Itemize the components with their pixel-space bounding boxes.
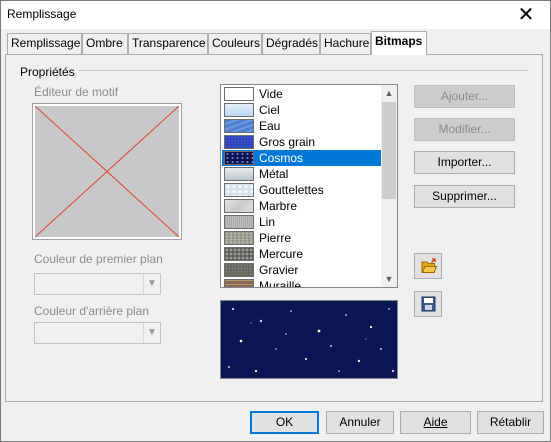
properties-section-label: Propriétés: [20, 65, 75, 79]
bitmap-swatch: [224, 151, 254, 165]
chevron-down-icon[interactable]: ▼: [143, 323, 160, 343]
chevron-down-icon[interactable]: ▼: [381, 271, 397, 287]
list-item[interactable]: Gouttelettes: [222, 182, 382, 198]
cancel-button[interactable]: Annuler: [326, 411, 394, 434]
foreground-color-label: Couleur de premier plan: [34, 252, 163, 266]
bitmap-swatch: [224, 215, 254, 229]
bitmap-swatch: [224, 247, 254, 261]
list-item[interactable]: Vide: [222, 86, 382, 102]
bitmap-swatch: [224, 279, 254, 287]
bitmap-swatch: [224, 263, 254, 277]
open-folder-icon: [421, 258, 438, 273]
list-item[interactable]: Gravier: [222, 262, 382, 278]
background-color-select[interactable]: ▼: [34, 322, 161, 344]
list-item-label: Ciel: [259, 103, 280, 117]
list-item-label: Métal: [259, 167, 289, 181]
list-item-label: Vide: [259, 87, 283, 101]
list-item-label: Muraille: [259, 279, 302, 288]
starfield-image: [228, 308, 394, 373]
chevron-down-icon[interactable]: ▼: [143, 274, 160, 294]
list-item-label: Mercure: [259, 247, 304, 261]
bitmap-swatch: [224, 167, 254, 181]
tab-ombre[interactable]: Ombre: [82, 33, 128, 54]
scrollbar-thumb[interactable]: [382, 102, 396, 199]
add-button[interactable]: Ajouter...: [414, 85, 515, 108]
title-bar: Remplissage ✕: [1, 1, 550, 29]
chevron-up-icon[interactable]: ▲: [381, 85, 397, 101]
pattern-editor-label: Éditeur de motif: [34, 85, 119, 99]
section-divider: [79, 70, 528, 71]
list-item-label: Gros grain: [259, 135, 316, 149]
ok-button[interactable]: OK: [250, 411, 319, 434]
bitmap-swatch: [224, 135, 254, 149]
list-item-label: Pierre: [259, 231, 292, 245]
list-item[interactable]: Eau: [222, 118, 382, 134]
bitmap-swatch: [224, 103, 254, 117]
list-item-label: Cosmos: [259, 151, 304, 165]
help-button-label: Aide: [423, 415, 448, 429]
list-item[interactable]: Lin: [222, 214, 382, 230]
list-item-label: Gravier: [259, 263, 299, 277]
list-item[interactable]: Pierre: [222, 230, 382, 246]
bitmap-preview: [220, 300, 398, 379]
list-item[interactable]: Ciel: [222, 102, 382, 118]
tab-hachure[interactable]: Hachure: [320, 33, 371, 54]
list-item[interactable]: Muraille: [222, 278, 382, 288]
foreground-color-select[interactable]: ▼: [34, 273, 161, 295]
help-button[interactable]: Aide: [400, 411, 471, 434]
modify-button[interactable]: Modifier...: [414, 118, 515, 141]
list-item-label: Marbre: [259, 199, 298, 213]
list-item-label: Gouttelettes: [259, 183, 324, 197]
list-item[interactable]: Gros grain: [222, 134, 382, 150]
pattern-editor: [32, 103, 182, 240]
bitmap-swatch: [224, 183, 254, 197]
bitmap-list[interactable]: Vide Ciel Eau Gros grain Cosmos Métal Go…: [220, 84, 398, 288]
list-item[interactable]: Mercure: [222, 246, 382, 262]
reset-button[interactable]: Rétablir: [477, 411, 544, 434]
bitmap-swatch: [224, 119, 254, 133]
list-item[interactable]: Marbre: [222, 198, 382, 214]
list-scrollbar[interactable]: ▲ ▼: [381, 85, 397, 287]
tab-degrades[interactable]: Dégradés: [262, 33, 320, 54]
list-item-selected[interactable]: Cosmos: [222, 150, 382, 166]
load-list-button[interactable]: [414, 253, 442, 279]
window-title: Remplissage: [7, 7, 77, 21]
tab-couleurs[interactable]: Couleurs: [208, 33, 262, 54]
empty-cross-icon: [35, 106, 179, 237]
bitmap-swatch: [224, 87, 254, 101]
tab-transparence[interactable]: Transparence: [128, 33, 208, 54]
list-item[interactable]: Métal: [222, 166, 382, 182]
list-item-label: Eau: [259, 119, 281, 133]
tab-remplissage[interactable]: Remplissage: [7, 33, 82, 54]
bitmap-swatch: [224, 199, 254, 213]
close-icon[interactable]: ✕: [506, 3, 546, 27]
bitmap-swatch: [224, 231, 254, 245]
save-icon: [421, 296, 436, 312]
delete-button[interactable]: Supprimer...: [414, 185, 515, 208]
save-list-button[interactable]: [414, 291, 442, 317]
background-color-label: Couleur d'arrière plan: [34, 304, 150, 318]
list-item-label: Lin: [259, 215, 276, 229]
tab-bitmaps[interactable]: Bitmaps: [371, 31, 427, 55]
import-button[interactable]: Importer...: [414, 151, 515, 174]
